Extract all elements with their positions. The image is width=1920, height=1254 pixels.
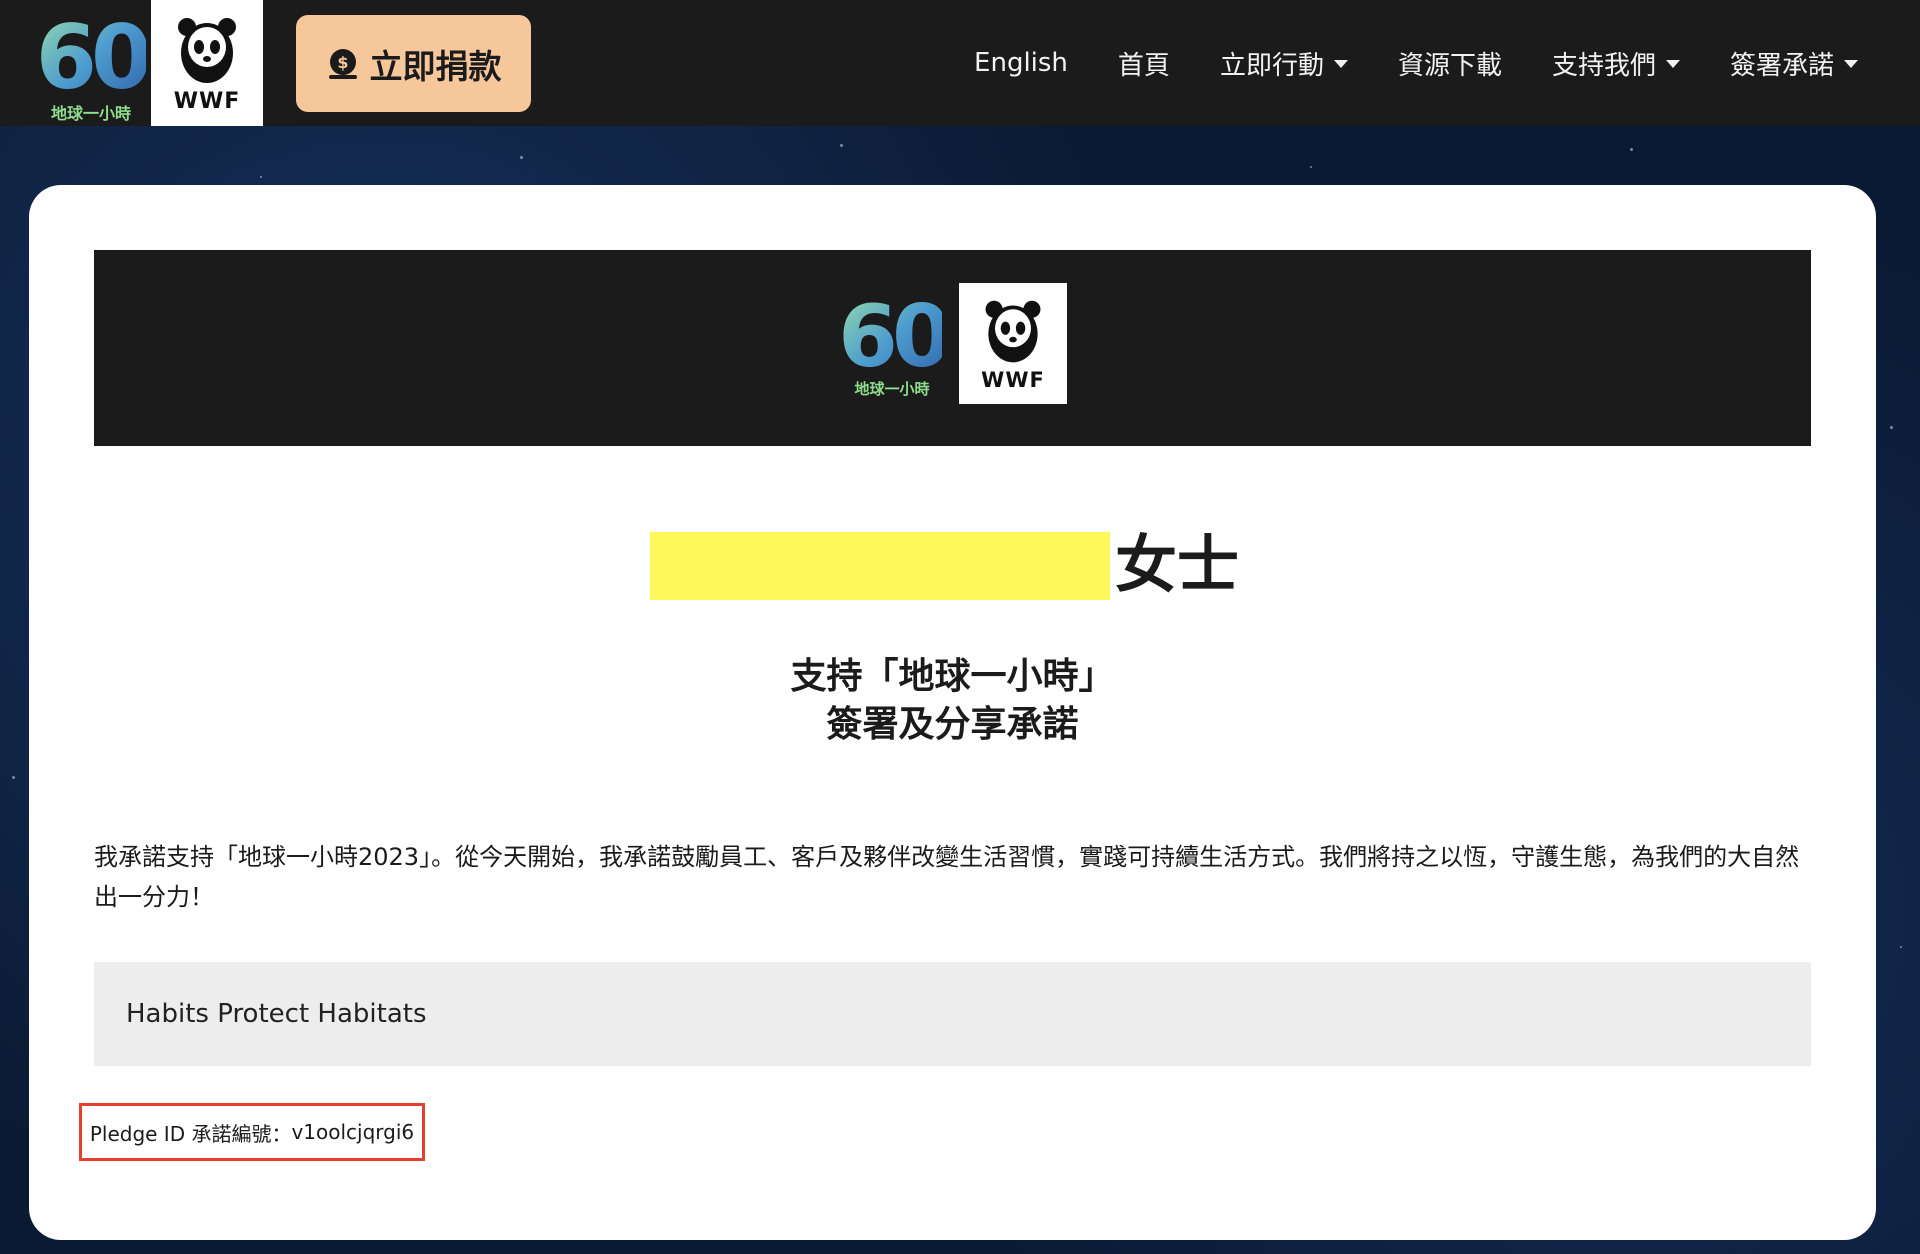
nav-label: 立即行動 [1219,50,1324,81]
nav-resources[interactable]: 資源下載 [1398,45,1502,82]
nav-home[interactable]: 首頁 [1118,45,1170,82]
nav-label: English [974,48,1068,78]
nav-label: 首頁 [1117,50,1170,81]
top-navigation: 60 地球一小時 WWF $ 立即捐款 English 首頁 立即行動 資源下載… [0,0,1920,126]
habit-message-box: Habits Protect Habitats [94,962,1811,1066]
pledge-card: 60 地球一小時 WWF 女士 支持「地球一小時」 簽署及分享承諾 我承諾支持「… [29,185,1876,1240]
caret-down-icon [1844,60,1858,68]
nav-sign-pledge[interactable]: 簽署承諾 [1730,45,1858,82]
sixty-logo-icon: 60 [838,287,954,387]
subtitle-line-2: 簽署及分享承諾 [826,704,1079,745]
nav-take-action[interactable]: 立即行動 [1220,45,1348,82]
nav-label: 簽署承諾 [1729,50,1834,81]
panda-icon [985,300,1041,363]
svg-text:60: 60 [842,287,942,378]
star [12,776,15,779]
caret-down-icon [1665,60,1680,68]
nav-support-us[interactable]: 支持我們 [1552,45,1680,82]
main-menu: English 首頁 立即行動 資源下載 支持我們 簽署承諾 [924,0,1858,126]
money-bag-icon: $ [328,48,357,79]
star [1310,166,1312,168]
star [1900,946,1902,948]
pledge-banner: 60 地球一小時 WWF [94,250,1811,446]
wwf-wordmark: WWF [981,368,1045,392]
donate-button[interactable]: $ 立即捐款 [296,15,531,112]
donate-label: 立即捐款 [369,46,502,86]
pledge-id-box: Pledge ID 承諾編號： v1oolcjqrgi6 [79,1103,425,1161]
caret-down-icon [1333,60,1348,68]
pledge-id-value: v1oolcjqrgi6 [291,1120,415,1144]
redacted-name [650,532,1110,600]
banner-earth-hour-logo: 60 地球一小時 [838,282,954,402]
earth-hour-60-logo[interactable]: 60 地球一小時 [36,0,155,126]
nav-label: 支持我們 [1551,50,1656,81]
svg-text:$: $ [337,53,348,72]
pledge-subtitle: 支持「地球一小時」 簽署及分享承諾 [29,653,1876,749]
star [1890,426,1893,429]
subtitle-line-1: 支持「地球一小時」 [790,656,1115,697]
pledge-id-label: Pledge ID 承諾編號： [89,1121,292,1146]
earth-hour-caption: 地球一小時 [854,380,930,398]
star [1630,148,1633,151]
star [840,144,843,147]
wwf-wordmark: WWF [173,89,241,114]
nav-english[interactable]: English [974,48,1068,78]
star [260,176,262,178]
honorific: 女士 [1115,528,1240,601]
wwf-logo[interactable]: WWF [151,0,263,126]
earth-hour-caption: 地球一小時 [50,104,131,123]
pledge-statement: 我承諾支持「地球一小時2023」。從今天開始，我承諾鼓勵員工、客戶及夥伴改變生活… [94,843,1800,911]
habit-message: Habits Protect Habitats [126,999,427,1029]
panda-icon [178,18,236,83]
svg-text:60: 60 [36,6,146,109]
star [520,156,523,159]
banner-wwf-logo: WWF [959,283,1067,404]
nav-label: 資源下載 [1397,50,1502,81]
